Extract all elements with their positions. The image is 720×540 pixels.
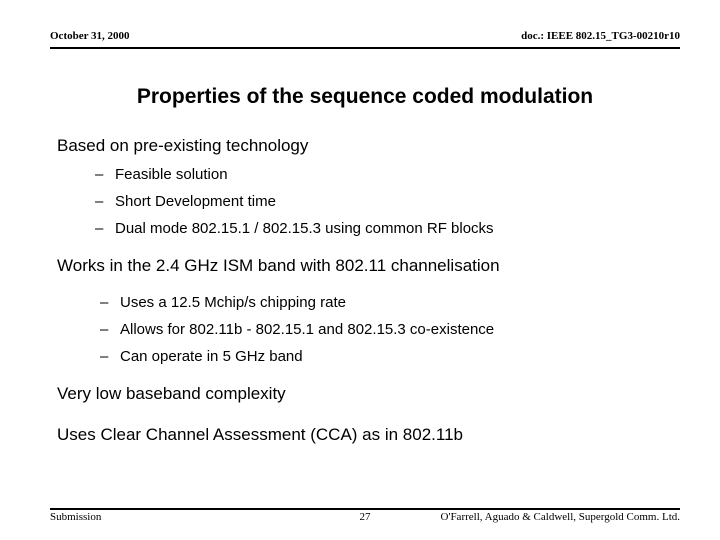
slide-body: Based on pre-existing technology – Feasib… [0,0,720,540]
bullet-level2-label: Can operate in 5 GHz band [120,348,303,365]
bullet-level2: – Short Development time [95,192,276,211]
dash-marker: – [100,321,109,338]
bullet-level2-label: Uses a 12.5 Mchip/s chipping rate [120,294,346,311]
bullet-level1: Uses Clear Channel Assessment (CCA) as i… [57,425,463,444]
dash-marker: – [95,220,104,237]
bullet-level1: Based on pre-existing technology [57,136,309,155]
bullet-level2: – Feasible solution [95,165,228,184]
dash-marker: – [95,193,104,210]
footer-authors: O'Farrell, Aguado & Caldwell, Supergold … [440,511,680,523]
bullet-level2-label: Dual mode 802.15.1 / 802.15.3 using comm… [115,220,494,237]
bullet-level2: – Dual mode 802.15.1 / 802.15.3 using com… [95,219,494,238]
bullet-level2-label: Feasible solution [115,166,228,183]
bullet-level2-label: Allows for 802.11b - 802.15.1 and 802.15… [120,321,495,338]
bullet-level2: – Allows for 802.11b - 802.15.1 and 802.1… [100,320,494,339]
bullet-level1: Works in the 2.4 GHz ISM band with 802.1… [57,256,500,275]
slide: October 31, 2000 doc.: IEEE 802.15_TG3-0… [0,0,720,540]
bullet-level2-label: Short Development time [115,193,276,210]
dash-marker: – [95,166,104,183]
dash-marker: – [100,294,109,311]
footer-divider [50,508,680,510]
slide-footer: Submission 27 O'Farrell, Aguado & Caldwe… [50,511,680,539]
bullet-level1: Very low baseband complexity [57,384,286,403]
bullet-level2: – Uses a 12.5 Mchip/s chipping rate [100,293,346,312]
dash-marker: – [100,348,109,365]
bullet-level2: – Can operate in 5 GHz band [100,347,303,366]
